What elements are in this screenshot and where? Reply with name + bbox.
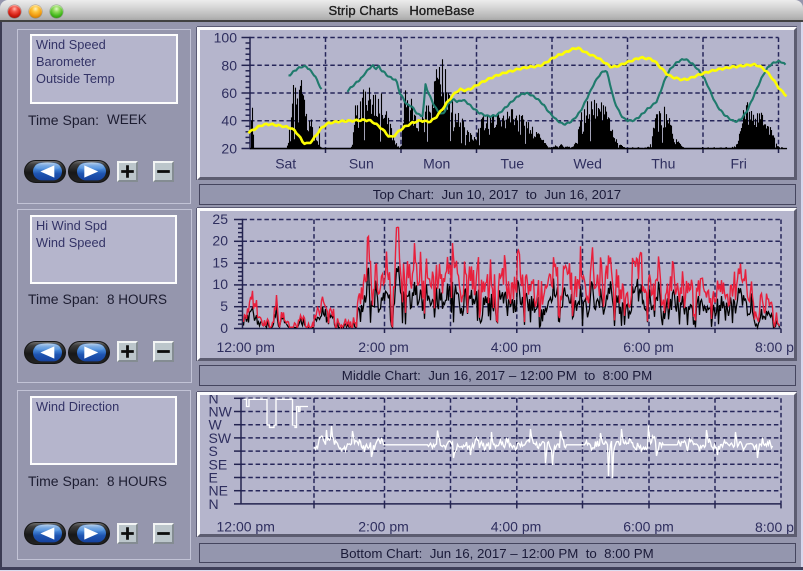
svg-text:5: 5	[220, 298, 228, 314]
svg-text:Wed: Wed	[573, 155, 602, 171]
svg-text:12:00 pm: 12:00 pm	[216, 519, 274, 534]
svg-text:4:00 pm: 4:00 pm	[490, 519, 541, 534]
svg-text:Mon: Mon	[423, 155, 450, 171]
svg-text:4:00 pm: 4:00 pm	[490, 339, 541, 355]
svg-text:40: 40	[221, 112, 237, 128]
svg-text:20: 20	[212, 232, 228, 248]
svg-text:60: 60	[221, 85, 237, 101]
svg-text:Sun: Sun	[348, 155, 373, 171]
svg-text:25: 25	[212, 211, 228, 227]
svg-text:12:00 pm: 12:00 pm	[216, 339, 274, 355]
svg-text:80: 80	[221, 57, 237, 73]
svg-text:Sat: Sat	[275, 155, 296, 171]
svg-text:15: 15	[212, 254, 228, 270]
svg-text:2:00 pm: 2:00 pm	[358, 519, 409, 534]
svg-text:100: 100	[213, 30, 237, 46]
svg-text:8:00 pm: 8:00 pm	[755, 339, 794, 355]
svg-text:20: 20	[221, 140, 237, 156]
svg-text:Fri: Fri	[730, 155, 746, 171]
svg-text:10: 10	[212, 276, 228, 292]
svg-text:6:00 pm: 6:00 pm	[623, 339, 674, 355]
svg-text:2:00 pm: 2:00 pm	[358, 339, 409, 355]
svg-text:6:00 pm: 6:00 pm	[623, 519, 674, 534]
svg-text:Thu: Thu	[651, 155, 675, 171]
svg-text:8:00 pm: 8:00 pm	[755, 519, 794, 534]
svg-text:0: 0	[220, 319, 228, 335]
svg-text:N: N	[208, 496, 218, 512]
svg-text:Tue: Tue	[500, 155, 524, 171]
